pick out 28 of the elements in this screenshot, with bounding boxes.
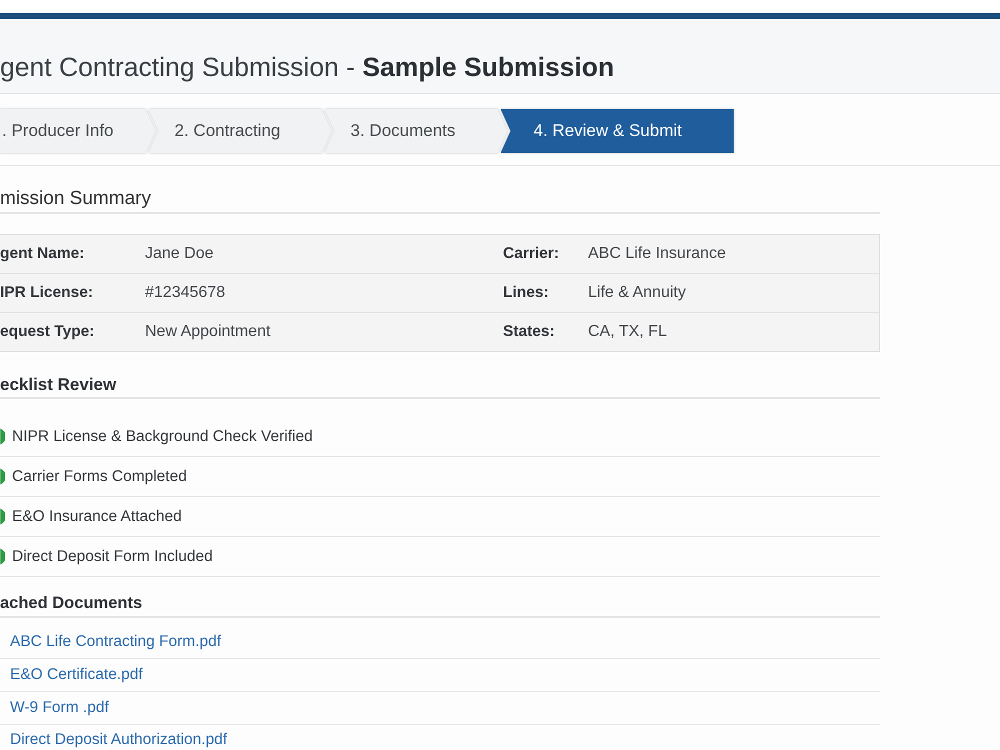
step-tab[interactable]: . Producer Info xyxy=(0,109,156,153)
file-link[interactable]: ABC Life Contracting Form.pdf xyxy=(10,633,222,651)
field-label: States: xyxy=(503,323,555,341)
field-label: Lines: xyxy=(503,284,549,302)
checklist-label: E&O Insurance Attached xyxy=(12,508,182,526)
checklist-label: NIPR License & Background Check Verified xyxy=(12,428,313,446)
step-tab[interactable]: 4. Review & Submit xyxy=(500,109,734,153)
field-label: Carrier: xyxy=(503,245,559,263)
field-label: equest Type: xyxy=(0,323,94,341)
page-title: gent Contracting Submission - Sample Submission xyxy=(0,52,614,82)
field-label: IPR License: xyxy=(0,284,94,302)
file-link[interactable]: Direct Deposit Authorization.pdf xyxy=(10,731,228,749)
step-tab[interactable]: 3. Documents xyxy=(324,109,508,153)
step-tab[interactable]: 2. Contracting xyxy=(148,109,332,153)
file-link[interactable]: E&O Certificate.pdf xyxy=(10,666,143,684)
file-link[interactable]: W-9 Form .pdf xyxy=(10,699,109,717)
field-label: gent Name: xyxy=(0,245,84,263)
section-heading: ached Documents xyxy=(0,593,142,614)
field-value: New Appointment xyxy=(145,323,270,341)
checklist-label: Direct Deposit Form Included xyxy=(12,548,213,566)
checklist-label: Carrier Forms Completed xyxy=(12,468,187,486)
field-value: ABC Life Insurance xyxy=(588,245,726,263)
field-value: #12345678 xyxy=(145,284,226,302)
field-value: Life & Annuity xyxy=(588,284,686,302)
section-heading: ecklist Review xyxy=(0,374,116,396)
section-heading: mission Summary xyxy=(0,188,151,210)
field-value: Jane Doe xyxy=(145,245,214,263)
field-value: CA, TX, FL xyxy=(588,323,667,341)
